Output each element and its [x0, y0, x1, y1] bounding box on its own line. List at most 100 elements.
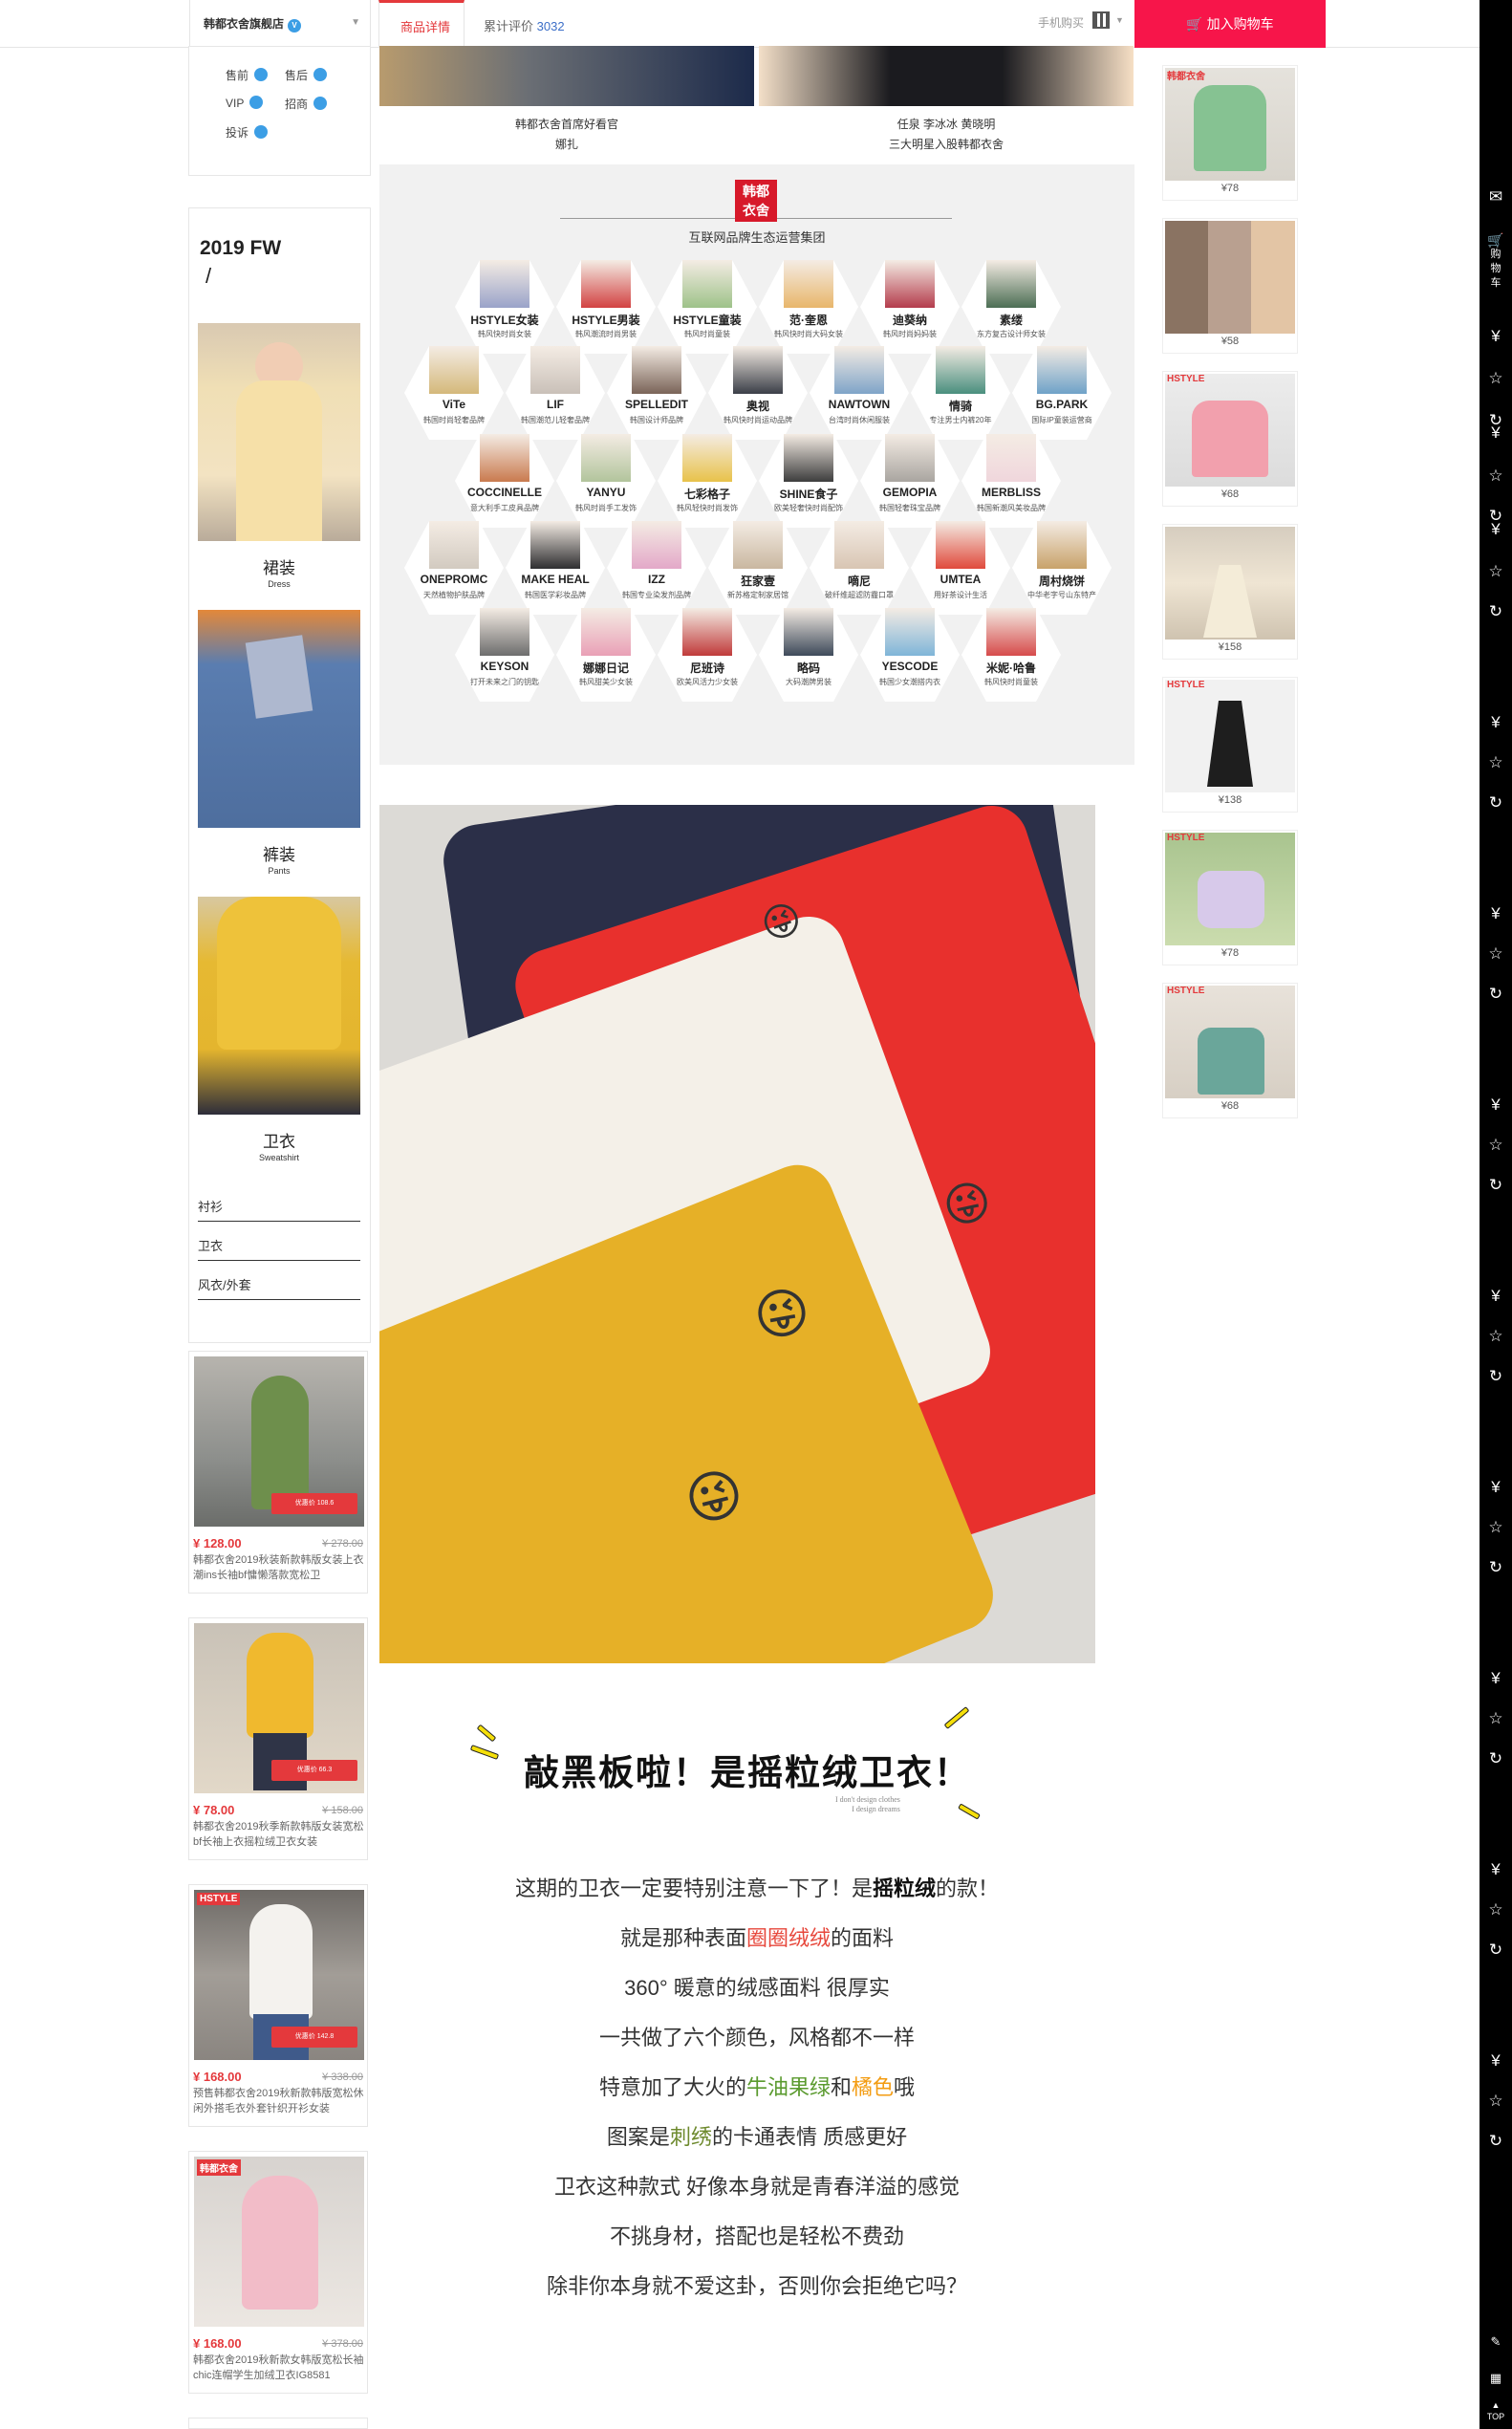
description-text: 橘色	[852, 2075, 895, 2099]
product-card[interactable]: 优惠价 108.6 ¥ 128.00 ¥ 278.00 韩都衣舍2019秋装新款…	[188, 1351, 368, 1594]
history-icon[interactable]: ↻	[1480, 1367, 1512, 1386]
coupon-icon[interactable]: ¥	[1480, 520, 1512, 539]
history-icon[interactable]: ↻	[1480, 793, 1512, 813]
star-icon[interactable]: ☆	[1480, 369, 1512, 388]
history-icon[interactable]: ↻	[1480, 2132, 1512, 2151]
recommend-card[interactable]: HSTYLE ¥68	[1162, 371, 1298, 507]
recommend-card[interactable]: HSTYLE ¥138	[1162, 677, 1298, 813]
category-link-sweatshirt[interactable]: 卫衣	[198, 1236, 360, 1261]
coupon-icon[interactable]: ¥	[1480, 1669, 1512, 1688]
category-dress-label[interactable]: 裙装	[198, 554, 360, 578]
category-image-pants[interactable]	[198, 610, 360, 828]
qr-code-icon[interactable]: ▦	[1480, 2369, 1512, 2388]
star-icon[interactable]: ☆	[1480, 1136, 1512, 1155]
brand-model-photo	[480, 260, 529, 308]
recruit-contact[interactable]: 招商	[285, 96, 328, 112]
mobile-buy-link[interactable]: 手机购买	[1038, 14, 1084, 31]
product-card[interactable]: 韩都衣舍 ¥ 168.00 ¥ 378.00 韩都衣舍2019秋新款女韩版宽松长…	[188, 2151, 368, 2394]
history-icon[interactable]: ↻	[1480, 1749, 1512, 1768]
coupon-icon[interactable]: ¥	[1480, 423, 1512, 443]
product-card[interactable]: HSTYLE 优惠价 142.8 ¥ 168.00 ¥ 338.00 预售韩都衣…	[188, 1884, 368, 2127]
qr-code-icon[interactable]	[1092, 11, 1110, 29]
category-pants-label[interactable]: 裤装	[198, 841, 360, 865]
category-image-sweatshirt[interactable]	[198, 897, 360, 1115]
coupon-icon[interactable]: ¥	[1480, 1860, 1512, 1879]
recommend-card[interactable]: ¥58	[1162, 218, 1298, 354]
star-icon[interactable]: ☆	[1480, 753, 1512, 772]
recommend-image[interactable]	[1165, 68, 1295, 181]
add-to-cart-button[interactable]: 🛒 加入购物车	[1134, 0, 1326, 48]
brand-name: SHINE食子	[779, 488, 838, 501]
star-icon[interactable]: ☆	[1480, 1900, 1512, 1919]
description-text: 的款！	[936, 1876, 1000, 1900]
recommend-card[interactable]: HSTYLE ¥68	[1162, 983, 1298, 1118]
recommend-image[interactable]	[1165, 527, 1295, 640]
brand-model-photo	[581, 260, 631, 308]
product-title[interactable]: 韩都衣舍2019秋季新款韩版女装宽松bf长袖上衣摇粒绒卫衣女装	[193, 1819, 365, 1850]
star-icon[interactable]: ☆	[1480, 562, 1512, 581]
recommend-image[interactable]	[1165, 221, 1295, 334]
feedback-icon[interactable]: ✎	[1480, 2332, 1512, 2352]
brand-name: 奥视	[745, 400, 769, 413]
star-icon[interactable]: ☆	[1480, 944, 1512, 964]
coupon-icon[interactable]: ¥	[1480, 1287, 1512, 1306]
after-sale-contact[interactable]: 售后	[285, 67, 328, 83]
star-icon[interactable]: ☆	[1480, 1518, 1512, 1537]
tab-reviews[interactable]: 累计评价 3032	[484, 16, 565, 34]
vip-contact[interactable]: VIP	[226, 96, 264, 110]
recommend-image[interactable]	[1165, 986, 1295, 1098]
star-icon[interactable]: ☆	[1480, 1709, 1512, 1728]
description-line: 卫衣这种款式 好像本身就是青春洋溢的感觉	[379, 2170, 1134, 2201]
product-card[interactable]	[188, 2418, 368, 2429]
coupon-icon[interactable]: ¥	[1480, 2051, 1512, 2071]
history-icon[interactable]: ↻	[1480, 1941, 1512, 1960]
recommend-image[interactable]	[1165, 374, 1295, 487]
product-card[interactable]: 优惠价 66.3 ¥ 78.00 ¥ 158.00 韩都衣舍2019秋季新款韩版…	[188, 1617, 368, 1860]
description-line: 360° 暖意的绒感面料 很厚实	[379, 1971, 1134, 2002]
history-icon[interactable]: ↻	[1480, 1558, 1512, 1577]
shop-name: 韩都衣舍旗舰店	[204, 17, 285, 31]
recommend-image[interactable]	[1165, 680, 1295, 792]
review-label: 累计评价	[484, 19, 534, 33]
recommend-image[interactable]	[1165, 833, 1295, 945]
recommend-card[interactable]: HSTYLE ¥78	[1162, 830, 1298, 965]
category-link-coat[interactable]: 风衣/外套	[198, 1275, 360, 1300]
chat-icon	[254, 125, 269, 139]
coupon-icon[interactable]: ¥	[1480, 1478, 1512, 1497]
star-icon[interactable]: ☆	[1480, 466, 1512, 486]
coupon-icon[interactable]: ¥	[1480, 713, 1512, 732]
category-link-shirt[interactable]: 衬衫	[198, 1197, 360, 1222]
category-image-dress[interactable]	[198, 323, 360, 541]
history-icon[interactable]: ↻	[1480, 602, 1512, 621]
product-title[interactable]: 韩都衣舍2019秋新款女韩版宽松长袖chic连帽学生加绒卫衣IG8581	[193, 2353, 365, 2383]
pre-sale-contact[interactable]: 售前	[226, 67, 269, 83]
tshirt-figure	[1198, 1028, 1264, 1095]
product-image[interactable]	[194, 2157, 364, 2327]
product-title[interactable]: 预售韩都衣舍2019秋新款韩版宽松休闲外搭毛衣外套针织开衫女装	[193, 2086, 365, 2116]
recommend-card[interactable]: 韩都衣舍 ¥78	[1162, 65, 1298, 201]
toolbar-cart-button[interactable]: 🛒 购物车	[1480, 233, 1512, 291]
logo-text: 韩都	[743, 184, 769, 199]
shop-selector[interactable]: 韩都衣舍旗舰店 V ▼	[189, 0, 371, 48]
brand-model-photo	[936, 346, 985, 394]
history-icon[interactable]: ↻	[1480, 985, 1512, 1004]
recommend-card[interactable]: ¥158	[1162, 524, 1298, 660]
brand-model-photo	[429, 346, 479, 394]
description-line: 这期的卫衣一定要特别注意一下了！是摇粒绒的款！	[379, 1872, 1134, 1902]
product-main-photo: 😜 😜 😜 😜	[379, 805, 1095, 1663]
coupon-icon[interactable]: ¥	[1480, 327, 1512, 346]
category-sweatshirt-label[interactable]: 卫衣	[198, 1128, 360, 1152]
dress-figure	[236, 380, 322, 541]
coupon-icon[interactable]: ¥	[1480, 904, 1512, 923]
complaint-contact[interactable]: 投诉	[226, 124, 269, 141]
star-icon[interactable]: ☆	[1480, 1327, 1512, 1346]
product-title[interactable]: 韩都衣舍2019秋装新款韩版女装上衣潮ins长袖bf慵懒落款宽松卫	[193, 1552, 365, 1583]
model-figure	[249, 1904, 313, 2019]
back-to-top-button[interactable]: ▲ TOP	[1480, 2399, 1512, 2422]
tab-product-detail[interactable]: 商品详情	[378, 0, 464, 48]
cart-label: 购物车	[1490, 249, 1501, 289]
star-icon[interactable]: ☆	[1480, 2092, 1512, 2111]
coupon-icon[interactable]: ¥	[1480, 1095, 1512, 1115]
message-icon[interactable]: ✉	[1480, 187, 1512, 206]
history-icon[interactable]: ↻	[1480, 1176, 1512, 1195]
